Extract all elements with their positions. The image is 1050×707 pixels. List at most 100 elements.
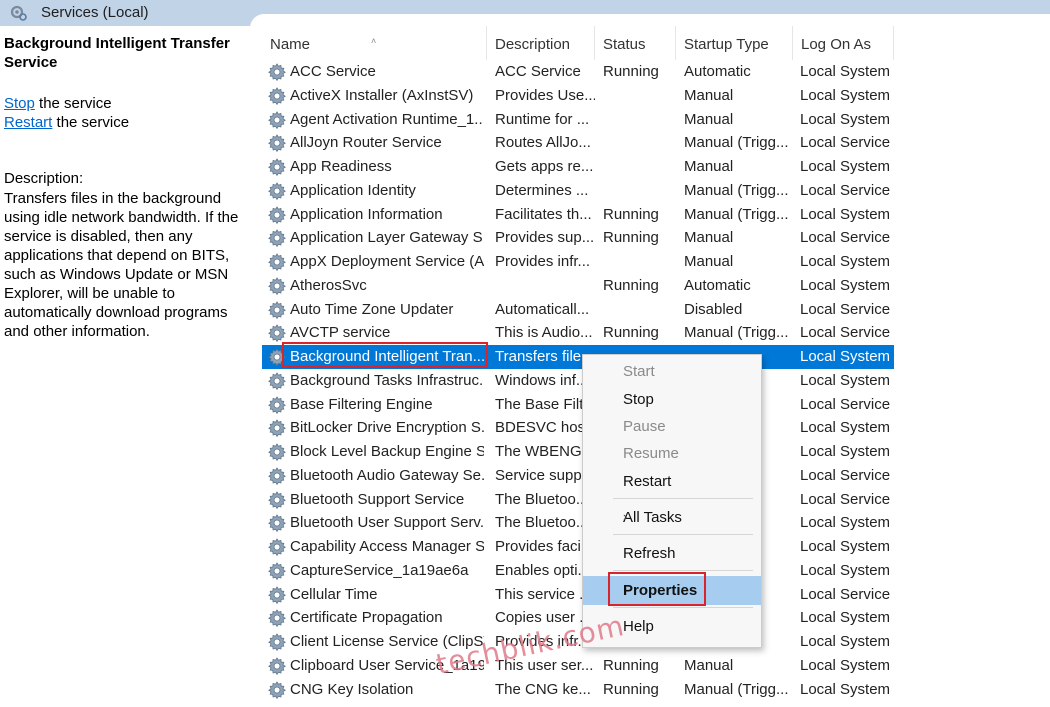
service-startup-type: Manual (684, 656, 734, 674)
service-description-cell: Automaticall... (495, 300, 590, 318)
service-row[interactable]: Clipboard User Service_1a19... This user … (262, 654, 894, 678)
column-header-description[interactable]: Description (487, 26, 594, 62)
gear-icon (267, 157, 287, 177)
service-description-cell: The CNG ke... (495, 680, 591, 698)
menu-item-restart[interactable]: Restart (583, 469, 761, 495)
stop-suffix: the service (34, 95, 112, 112)
service-log-on-as: Local Service (800, 466, 891, 484)
service-log-on-as: Local System (800, 443, 891, 460)
service-description-cell: Routes AllJo... (495, 134, 591, 152)
service-row[interactable]: Bluetooth Support Service The Bluetoo... L… (262, 488, 894, 512)
column-header-log-on-as[interactable]: Log On As (793, 26, 893, 62)
service-log-on-as: Local System (800, 371, 891, 389)
menu-separator (613, 607, 753, 608)
menu-item-all-tasks[interactable]: All Tasks › (583, 505, 761, 531)
service-log-on-as: Local System (800, 419, 891, 437)
gear-icon (267, 323, 287, 343)
service-name: Cellular Time (290, 585, 378, 603)
gear-icon (267, 252, 287, 272)
service-row[interactable]: Bluetooth Audio Gateway Se... Service sup… (262, 464, 894, 488)
service-log-on-as: Local Service (800, 181, 891, 199)
service-status: Running (603, 656, 659, 674)
service-log-on-as: Local System (800, 205, 891, 223)
menu-item-stop[interactable]: Stop (583, 387, 761, 413)
service-description-cell: Enables opti... (495, 561, 591, 579)
service-name: Bluetooth Support Service (290, 490, 465, 508)
column-divider[interactable] (893, 26, 894, 60)
service-name: CaptureService_1a19ae6a (290, 561, 469, 579)
service-row[interactable]: Agent Activation Runtime_1... Runtime for… (262, 108, 894, 132)
menu-item-resume[interactable]: Resume (583, 441, 761, 467)
column-header-name[interactable]: Name ˄ (262, 26, 486, 62)
column-header-startup-type[interactable]: Startup Type (676, 26, 792, 62)
selection-annotation-box (282, 342, 488, 368)
service-name: AllJoyn Router Service (290, 134, 442, 152)
service-row[interactable]: ActiveX Installer (AxInstSV) Provides Use… (262, 84, 894, 108)
service-startup-type: Disabled (684, 300, 743, 318)
gear-icon (267, 608, 287, 628)
gear-icon (267, 537, 287, 557)
service-name: AppX Deployment Service (A... (290, 253, 484, 270)
restart-service-link[interactable]: Restart (4, 114, 52, 131)
gear-icon (267, 680, 287, 700)
service-log-on-as: Local Service (800, 490, 891, 508)
service-title: Background Intelligent Transfer Service (4, 35, 230, 71)
service-startup-type: Manual (684, 229, 734, 247)
service-row[interactable]: CaptureService_1a19ae6a Enables opti... Lo… (262, 559, 894, 583)
service-row[interactable]: Application Information Facilitates th...… (262, 203, 894, 227)
service-row[interactable]: App Readiness Gets apps re... Manual Local … (262, 155, 894, 179)
service-log-on-as: Local Service (800, 229, 891, 247)
gear-icon (267, 513, 287, 533)
gear-icon (267, 442, 287, 462)
menu-item-pause[interactable]: Pause (583, 414, 761, 440)
service-startup-type: Manual (684, 86, 734, 104)
service-row[interactable]: ACC Service ACC Service Running Automatic Lo… (262, 60, 894, 84)
menu-item-refresh[interactable]: Refresh (583, 541, 761, 567)
service-description-cell: The Bluetoo... (495, 514, 589, 532)
service-row[interactable]: Application Identity Determines ... Manual… (262, 179, 894, 203)
service-row[interactable]: Bluetooth User Support Serv... The Blueto… (262, 511, 894, 535)
service-description-cell: Provides infr... (495, 253, 591, 270)
gear-icon (267, 228, 287, 248)
service-status: Running (603, 63, 659, 80)
service-log-on-as: Local System (800, 514, 891, 532)
description-label: Description: (4, 170, 84, 187)
gear-icon (267, 86, 287, 106)
menu-item-start[interactable]: Start (583, 359, 761, 385)
service-row[interactable]: CNG Key Isolation The CNG ke... Running Man… (262, 678, 894, 702)
service-row[interactable]: Application Layer Gateway S... Provides s… (262, 226, 894, 250)
extended-description-pane: Background Intelligent Transfer Service … (0, 26, 252, 707)
service-name: Capability Access Manager S... (290, 538, 484, 555)
column-header-status[interactable]: Status (595, 26, 675, 62)
service-name: App Readiness (290, 158, 392, 175)
service-row[interactable]: AllJoyn Router Service Routes AllJo... Man… (262, 131, 894, 155)
service-log-on-as: Local System (800, 609, 891, 627)
service-name: Application Layer Gateway S... (290, 229, 484, 247)
service-log-on-as: Local System (800, 538, 891, 555)
stop-service-link[interactable]: Stop (4, 95, 35, 112)
service-log-on-as: Local System (800, 253, 891, 270)
properties-annotation-box (608, 572, 706, 606)
service-row[interactable]: Block Level Backup Engine S... The WBENGI… (262, 440, 894, 464)
service-row[interactable]: Base Filtering Engine The Base Filt... Loc… (262, 393, 894, 417)
service-name: Bluetooth User Support Serv... (290, 514, 484, 532)
service-name: AVCTP service (290, 324, 391, 342)
gear-icon (267, 585, 287, 605)
service-row[interactable]: Background Tasks Infrastruc... Windows in… (262, 369, 894, 393)
service-row[interactable]: Capability Access Manager S... Provides f… (262, 535, 894, 559)
service-row[interactable]: Auto Time Zone Updater Automaticall... Dis… (262, 298, 894, 322)
service-row[interactable]: AppX Deployment Service (A... Provides in… (262, 250, 894, 274)
service-row[interactable]: AtherosSvc Running Automatic Local System (262, 274, 894, 298)
service-startup-type: Manual (Trigg... (684, 205, 788, 223)
gear-icon (267, 110, 287, 130)
service-startup-type: Manual (684, 110, 734, 128)
service-row[interactable]: Cellular Time This service ... Local Servi… (262, 583, 894, 607)
service-description-cell: Determines ... (495, 181, 589, 199)
service-description-cell: BDESVC hos... (495, 419, 595, 437)
services-icon (10, 5, 27, 21)
service-row[interactable]: BitLocker Drive Encryption S... BDESVC ho… (262, 416, 894, 440)
service-log-on-as: Local System (800, 348, 891, 365)
gear-icon (267, 300, 287, 320)
service-name: Certificate Propagation (290, 609, 443, 627)
service-description-cell: Service supp... (495, 466, 595, 484)
